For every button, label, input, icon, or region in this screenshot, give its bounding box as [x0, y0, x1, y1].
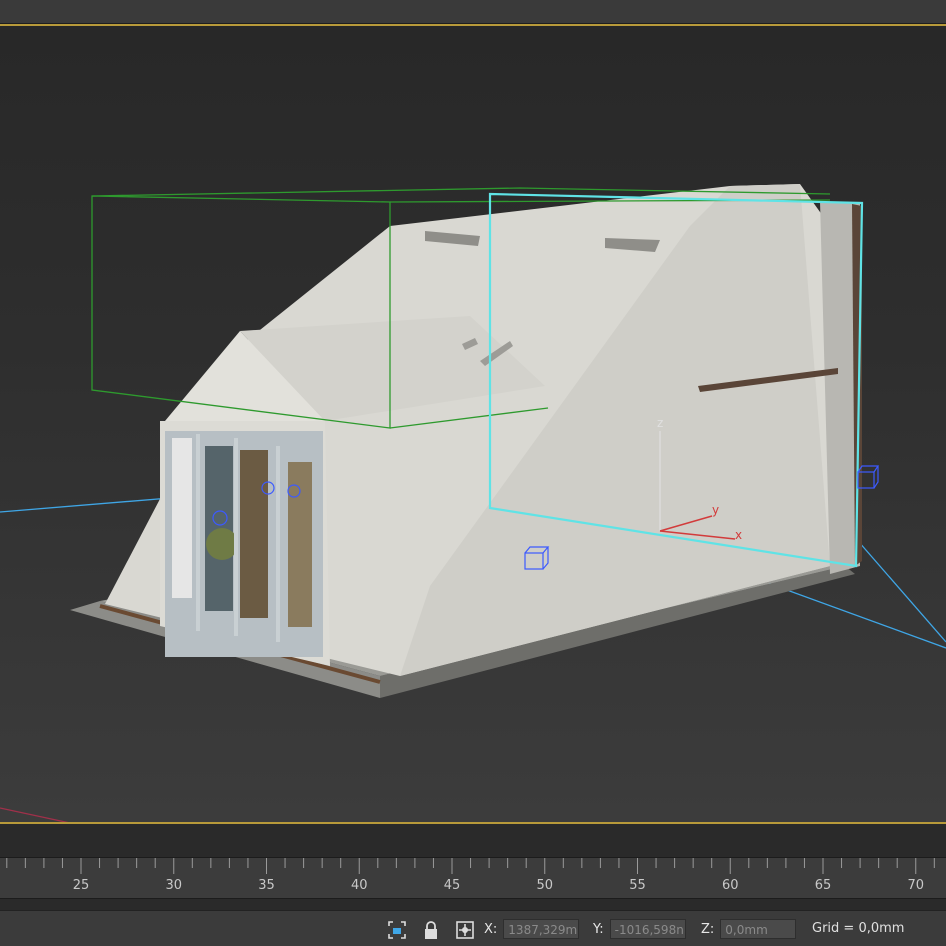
grid-size-readout: Grid = 0,0mm	[812, 921, 905, 936]
gizmo-y-label: y	[712, 503, 720, 517]
y-coordinate: Y: -1016,598n	[593, 919, 686, 939]
x-label: X:	[484, 921, 498, 937]
scene-canvas[interactable]	[0, 26, 946, 824]
x-coordinate: X: 1387,329m	[484, 919, 580, 939]
ruler-tick-label: 40	[350, 878, 368, 893]
ruler-tick-label: 50	[536, 878, 554, 893]
3d-app-window: z y x 25 30 35 40 45 50 55 60 65 70 X: 1387,329m …	[0, 0, 946, 946]
lock-icon[interactable]	[420, 919, 442, 941]
world-axis-line	[0, 497, 171, 513]
ruler-tick-label: 30	[165, 878, 183, 893]
ruler-tick-label: 35	[258, 878, 275, 893]
z-coordinate-field[interactable]: 0,0mm	[720, 919, 797, 939]
ruler-tick-label: 45	[443, 878, 461, 893]
y-coordinate-field[interactable]: -1016,598n	[609, 919, 686, 939]
window-pane	[288, 462, 312, 627]
ruler-tick-label: 60	[721, 878, 739, 893]
status-bar: X: 1387,329m Y: -1016,598n Z: 0,0mm Grid…	[0, 910, 946, 946]
isolate-selection-icon[interactable]	[386, 919, 408, 941]
absolute-offset-mode-icon[interactable]	[454, 919, 476, 941]
ruler-tick-label: 25	[72, 878, 90, 893]
gizmo-x-label: x	[735, 528, 743, 542]
time-slider-ruler[interactable]: 25 30 35 40 45 50 55 60 65 70	[0, 857, 946, 899]
gizmo-z-label: z	[657, 416, 664, 430]
y-label: Y:	[593, 921, 604, 937]
ruler-tick-label: 55	[629, 878, 646, 893]
window-pane	[172, 438, 192, 598]
z-coordinate: Z: 0,0mm	[701, 919, 797, 939]
z-label: Z:	[701, 921, 715, 937]
plant	[206, 528, 238, 560]
ruler-tick-label: 65	[814, 878, 832, 893]
timeline-panel: 25 30 35 40 45 50 55 60 65 70	[0, 824, 946, 910]
ruler-tick-label: 70	[907, 878, 925, 893]
world-axis-line	[0, 807, 69, 822]
x-coordinate-field[interactable]: 1387,329m	[503, 919, 580, 939]
window-pane	[240, 450, 268, 618]
viewport-header	[0, 0, 946, 24]
perspective-viewport[interactable]: z y x	[0, 24, 946, 824]
ruler-ticks	[6, 858, 935, 874]
